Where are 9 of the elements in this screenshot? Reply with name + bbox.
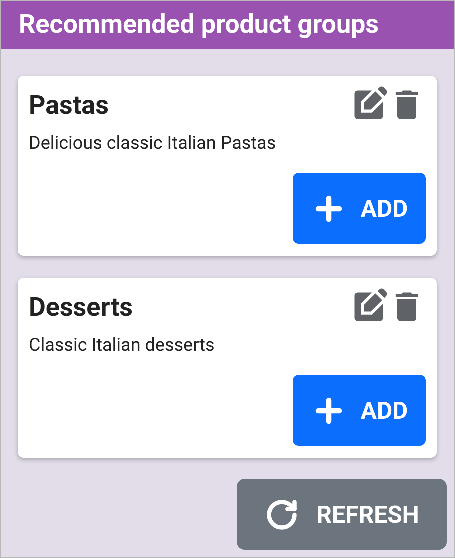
- group-title: Pastas: [29, 90, 109, 122]
- add-button[interactable]: ADD: [293, 375, 426, 446]
- group-title: Desserts: [29, 292, 133, 324]
- refresh-button[interactable]: REFRESH: [237, 479, 447, 550]
- group-description: Classic Italian desserts: [29, 334, 216, 358]
- add-button[interactable]: ADD: [293, 173, 426, 244]
- refresh-icon: [264, 498, 299, 532]
- group-description: Delicious classic Italian Pastas: [29, 132, 278, 156]
- header-title: Recommended product groups: [19, 12, 379, 38]
